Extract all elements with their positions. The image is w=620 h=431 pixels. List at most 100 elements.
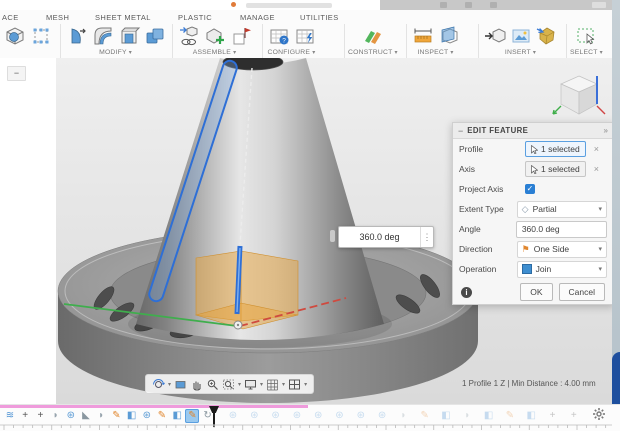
dim-options-icon[interactable]: ⋮ [420, 227, 433, 247]
circular-pattern-icon-rolled[interactable]: ⊛ [290, 409, 304, 423]
shell-icon[interactable] [116, 23, 141, 48]
group-label-inspect[interactable]: INSPECT ▾ [417, 49, 453, 56]
tab-utilities[interactable]: UTILITIES [300, 13, 339, 22]
chamfer-feature-icon[interactable]: ◣ [79, 409, 93, 423]
axis-clear-icon[interactable]: × [594, 164, 599, 174]
cancel-button[interactable]: Cancel [559, 283, 605, 301]
pan-icon[interactable] [190, 378, 203, 391]
section-analysis-icon[interactable] [436, 23, 461, 48]
dialog-expand-icon[interactable]: » [604, 126, 608, 135]
extrude-feature-icon[interactable]: ◧ [125, 409, 139, 423]
project-axis-checkbox[interactable]: ✓ [525, 184, 535, 194]
profile-selection-button[interactable]: 1 selected [525, 141, 586, 157]
tab-surface-cutoff[interactable]: ACE [2, 13, 19, 22]
extrude-feature-icon-rolled[interactable]: ◧ [524, 409, 538, 423]
sketch-feature-icon-rolled[interactable]: ✎ [418, 409, 432, 423]
dropdown-caret-icon[interactable]: ▾ [282, 381, 285, 388]
join-component-icon[interactable] [202, 23, 227, 48]
dropdown-caret-icon[interactable]: ▾ [168, 381, 171, 388]
form-feature-icon-rolled[interactable]: ◗ [396, 409, 410, 423]
extent-type-dropdown[interactable]: ◇ Partial ▾ [517, 201, 607, 218]
viewports-icon[interactable] [288, 378, 301, 391]
view-cube[interactable] [552, 68, 606, 126]
fillet-icon[interactable] [90, 23, 115, 48]
sketch-feature-icon-rolled[interactable]: ✎ [503, 409, 517, 423]
group-label-construct[interactable]: CONSTRUCT ▾ [348, 49, 398, 56]
orbit-icon[interactable] [152, 378, 165, 391]
dim-input-grip[interactable] [330, 230, 335, 242]
move-feature-icon[interactable]: + [18, 409, 32, 423]
circular-pattern-icon-rolled[interactable]: ⊛ [269, 409, 283, 423]
circular-pattern-icon-rolled[interactable]: ⊛ [333, 409, 347, 423]
timeline-track[interactable]: ≋++◗⊛◣◗✎◧⊛✎◧✎↻⊛⊛⊛⊛⊛⊛⊛⊛◗✎◧◗◧✎◧++ [0, 409, 620, 424]
measure-icon[interactable] [410, 23, 435, 48]
circular-pattern-icon[interactable]: ⊛ [64, 409, 78, 423]
group-label-select[interactable]: SELECT ▾ [570, 49, 603, 56]
look-at-icon[interactable] [174, 378, 187, 391]
origin-planes[interactable] [196, 251, 298, 329]
edit-form-icon[interactable] [28, 23, 53, 48]
timeline-ruler[interactable] [0, 424, 620, 431]
angle-dim-input[interactable]: 360.0 deg ⋮ [338, 226, 434, 248]
fit-icon[interactable] [222, 378, 235, 391]
circular-pattern-icon-rolled[interactable]: ⊛ [226, 409, 240, 423]
sketch-feature-icon[interactable]: ✎ [109, 409, 123, 423]
circular-pattern-icon-rolled[interactable]: ⊛ [375, 409, 389, 423]
configure-feature-icon[interactable] [292, 23, 317, 48]
create-form-icon[interactable] [2, 23, 27, 48]
tab-plastic[interactable]: PLASTIC [178, 13, 212, 22]
group-label-assemble[interactable]: ASSEMBLE ▾ [193, 49, 237, 56]
select-icon[interactable] [574, 23, 599, 48]
tab-manage[interactable]: MANAGE [240, 13, 275, 22]
revolve-feature-icon[interactable]: ↻ [201, 409, 215, 423]
info-icon[interactable]: i [461, 287, 472, 298]
profile-clear-icon[interactable]: × [594, 144, 599, 154]
angle-dim-value[interactable]: 360.0 deg [339, 227, 420, 247]
group-label-modify[interactable]: MODIFY ▾ [99, 49, 132, 56]
group-label-configure[interactable]: CONFIGURE ▾ [268, 49, 316, 56]
direction-dropdown[interactable]: ⚑ One Side ▾ [517, 241, 607, 258]
extrude-feature-icon[interactable]: ◧ [170, 409, 184, 423]
construction-plane-icon[interactable] [360, 23, 385, 48]
display-settings-icon[interactable] [244, 378, 257, 391]
ruled-feature-icon[interactable]: ≋ [3, 409, 17, 423]
browser-collapse-button[interactable]: − [7, 66, 26, 81]
dropdown-caret-icon[interactable]: ▾ [304, 381, 307, 388]
insert-mesh-icon[interactable] [534, 23, 559, 48]
extrude-feature-icon-rolled[interactable]: ◧ [482, 409, 496, 423]
press-pull-icon[interactable] [64, 23, 89, 48]
form-feature-icon[interactable]: ◗ [94, 409, 108, 423]
timeline-settings-gear-icon[interactable] [592, 407, 606, 426]
form-feature-icon[interactable]: ◗ [49, 409, 63, 423]
new-component-icon[interactable] [176, 23, 201, 48]
circular-pattern-icon-rolled[interactable]: ⊛ [354, 409, 368, 423]
sketch-feature-icon[interactable]: ✎ [155, 409, 169, 423]
insert-derive-icon[interactable] [482, 23, 507, 48]
dialog-collapse-icon[interactable]: − [458, 126, 463, 136]
axis-selection-button[interactable]: 1 selected [525, 161, 586, 177]
combine-icon[interactable] [142, 23, 167, 48]
operation-dropdown[interactable]: Join ▾ [517, 261, 607, 278]
circular-pattern-icon[interactable]: ⊛ [140, 409, 154, 423]
dropdown-caret-icon[interactable]: ▾ [238, 381, 241, 388]
dialog-header[interactable]: − EDIT FEATURE » [453, 123, 613, 139]
extrude-feature-icon-rolled[interactable]: ◧ [439, 409, 453, 423]
sketch-feature-icon[interactable]: ✎ [185, 409, 199, 423]
group-label-insert[interactable]: INSERT ▾ [505, 49, 536, 56]
tab-mesh[interactable]: MESH [46, 13, 69, 22]
move-feature-icon-rolled[interactable]: + [567, 409, 581, 423]
tab-sheet-metal[interactable]: SHEET METAL [95, 13, 151, 22]
angle-input[interactable]: 360.0 deg [516, 221, 607, 238]
form-feature-icon-rolled[interactable]: ◗ [460, 409, 474, 423]
rigid-group-icon[interactable] [228, 23, 253, 48]
ok-button[interactable]: OK [520, 283, 552, 301]
move-feature-icon-rolled[interactable]: + [546, 409, 560, 423]
dropdown-caret-icon[interactable]: ▾ [260, 381, 263, 388]
insert-canvas-image-icon[interactable] [508, 23, 533, 48]
circular-pattern-icon-rolled[interactable]: ⊛ [311, 409, 325, 423]
circular-pattern-icon-rolled[interactable]: ⊛ [247, 409, 261, 423]
configuration-table-icon[interactable]: ? [266, 23, 291, 48]
zoom-icon[interactable] [206, 378, 219, 391]
grid-icon[interactable] [266, 378, 279, 391]
move-feature-icon[interactable]: + [33, 409, 47, 423]
